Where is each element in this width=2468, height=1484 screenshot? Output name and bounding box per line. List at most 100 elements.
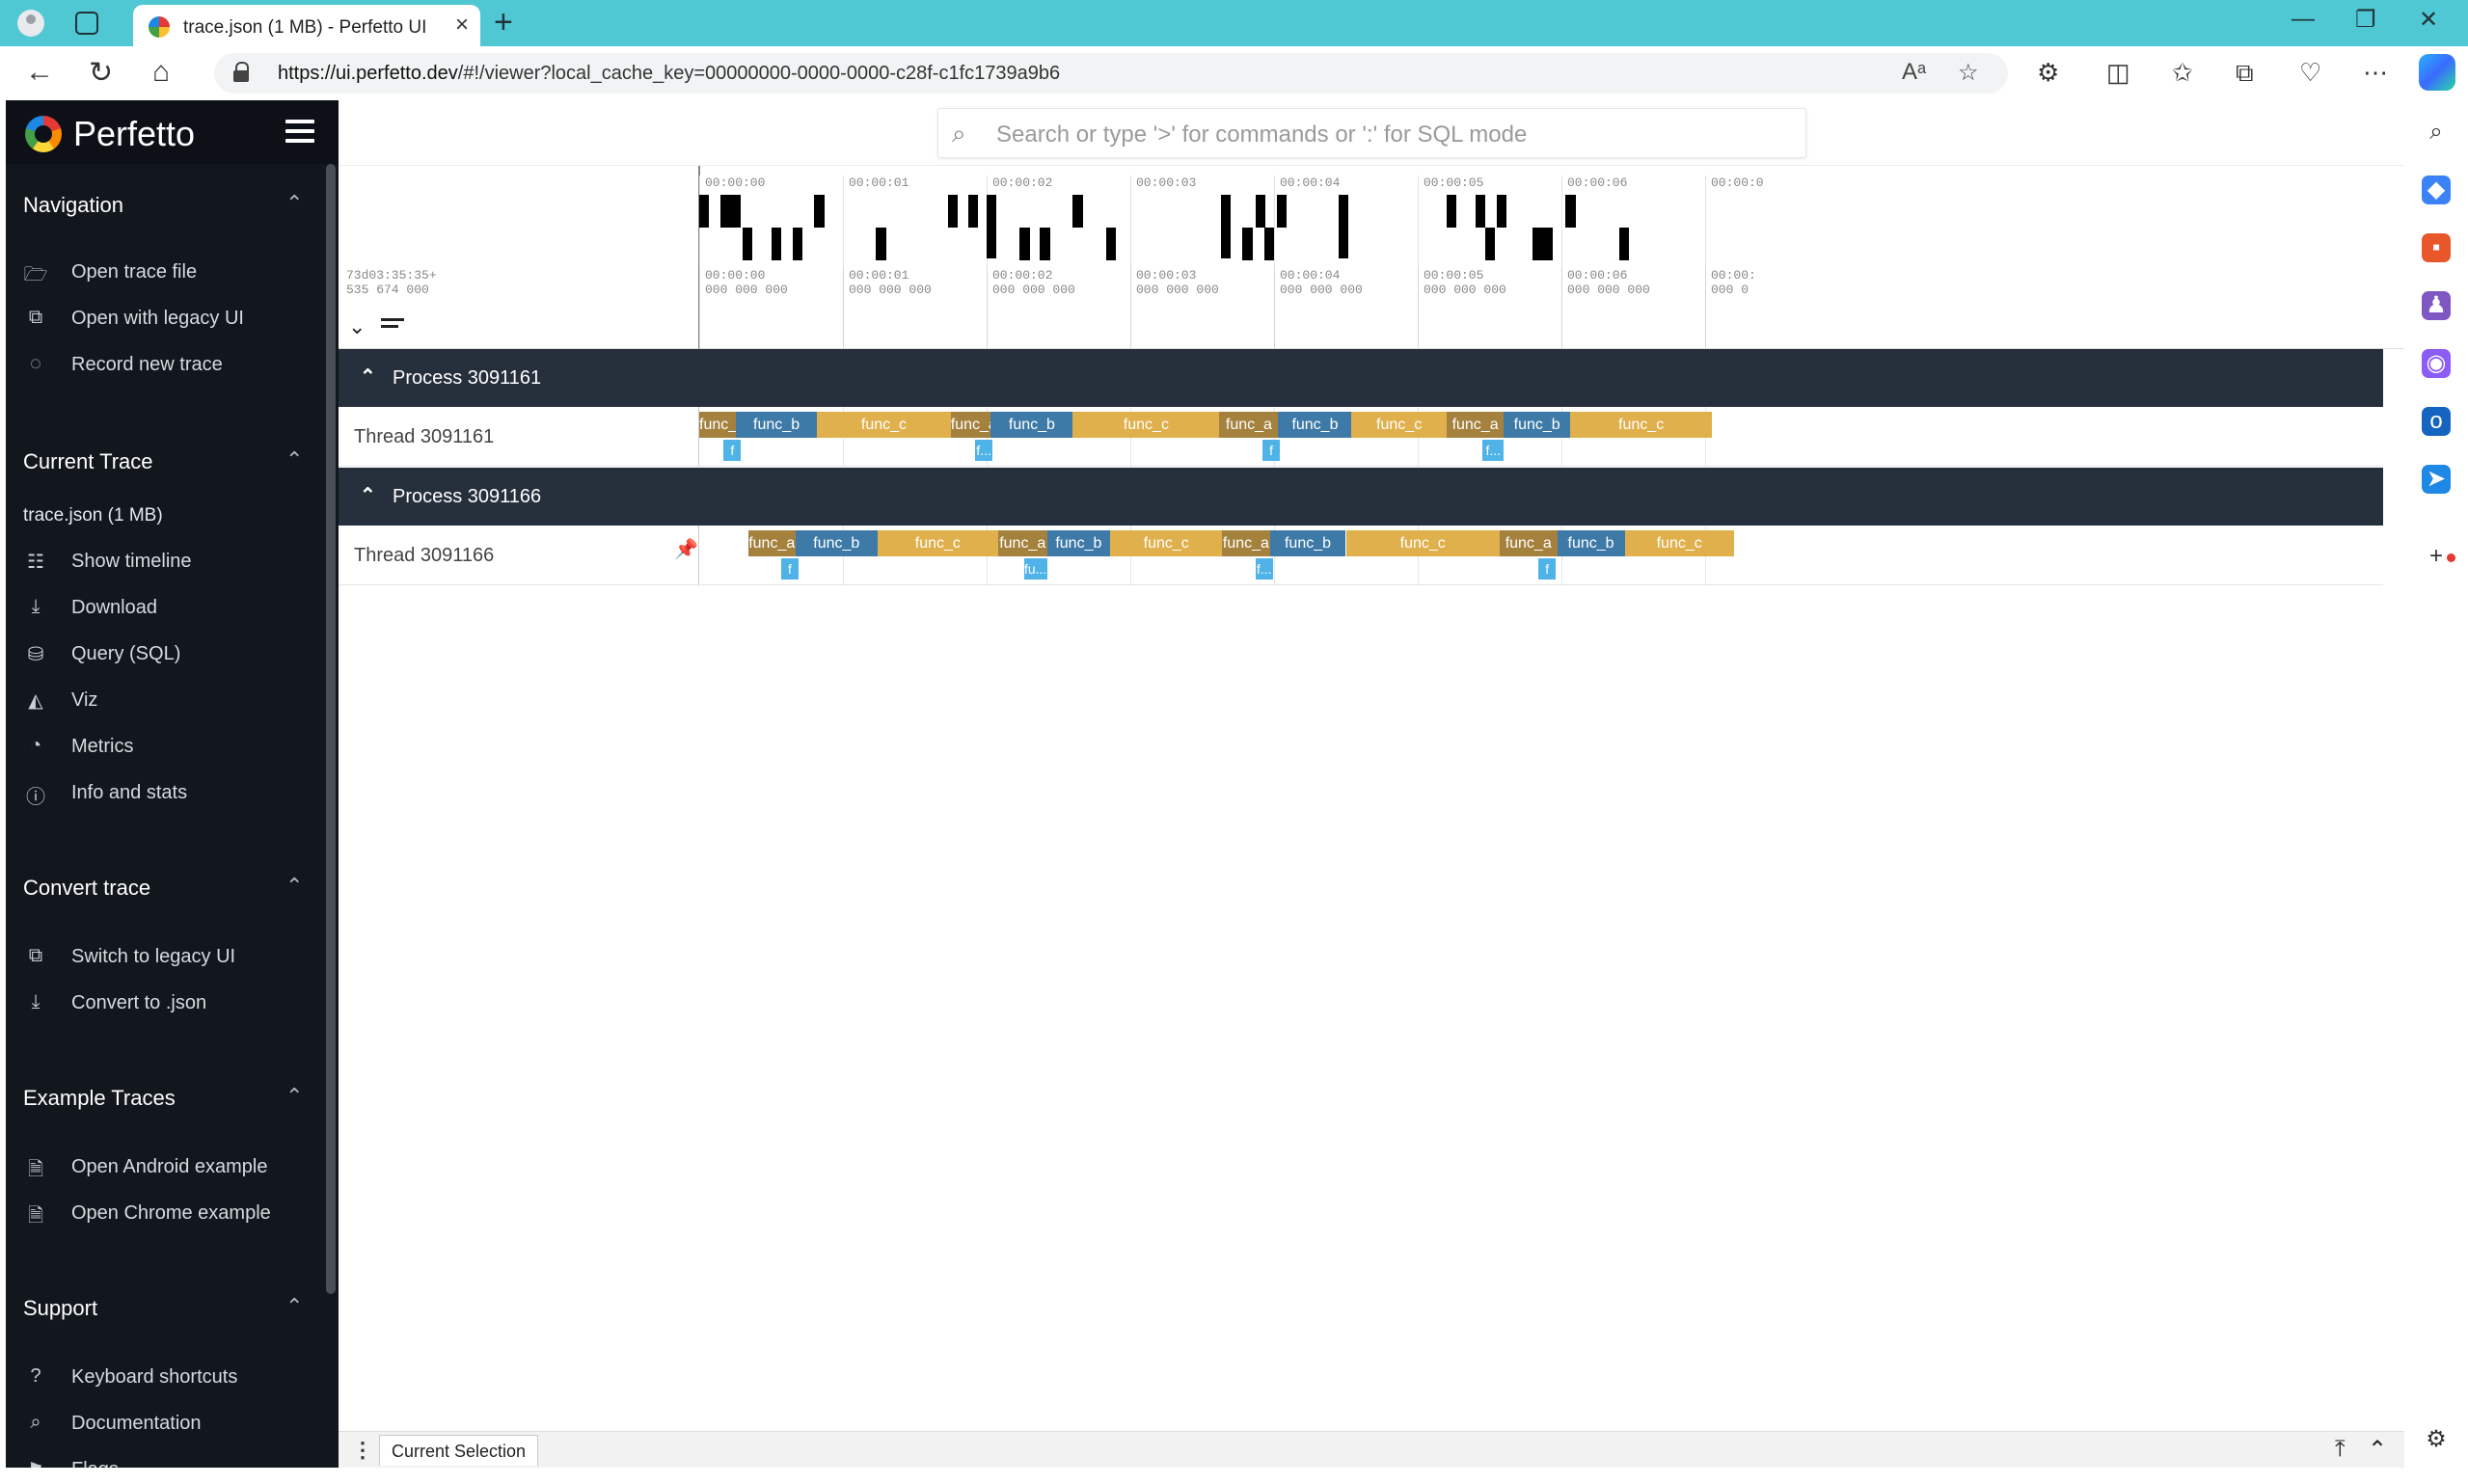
sidebar-item-viz[interactable]: ◭ Viz — [23, 685, 332, 717]
slice-func-c[interactable]: func_c — [1351, 412, 1447, 438]
slice-func-c[interactable]: func_c — [1569, 412, 1713, 438]
collapse-all-icon[interactable]: ⌄ — [348, 314, 366, 339]
outlook-icon[interactable]: o — [2422, 407, 2451, 436]
home-icon[interactable]: ⌂ — [152, 56, 170, 89]
tab-current-selection[interactable]: Current Selection — [379, 1435, 539, 1466]
nested-slice[interactable]: f... — [1482, 440, 1505, 461]
send-icon[interactable]: ➤ — [2422, 465, 2451, 494]
sidebar-item-chrome-example[interactable]: 🗎 Open Chrome example — [23, 1198, 332, 1230]
back-icon[interactable]: ← — [25, 56, 54, 89]
slice-func-c[interactable]: func_c — [1345, 530, 1500, 556]
hamburger-menu-icon[interactable] — [285, 120, 314, 143]
chevron-up-icon[interactable]: ⌃ — [285, 1294, 303, 1319]
shopping-icon[interactable]: ◆ — [2422, 175, 2451, 204]
slice-func-a[interactable]: func_a — [1219, 412, 1279, 438]
slice-func-b[interactable]: func_b — [1504, 412, 1570, 438]
favorite-star-icon[interactable]: ☆ — [1958, 59, 1979, 87]
slice-func-a[interactable]: func_a — [997, 530, 1047, 556]
chevron-up-icon[interactable]: ⌃ — [360, 364, 376, 389]
maximize-panel-icon[interactable]: ⤒ — [2335, 1436, 2346, 1463]
sidebar-item-info-and-stats[interactable]: ⓘ Info and stats — [23, 777, 332, 810]
more-options-icon[interactable]: ⋯ — [2363, 58, 2388, 88]
nested-slice[interactable]: f — [1538, 558, 1557, 580]
workspaces-icon[interactable] — [75, 12, 98, 35]
chevron-up-icon[interactable]: ⌃ — [285, 447, 303, 472]
sidebar-item-download[interactable]: ⤓ Download — [23, 592, 332, 625]
overview-timeline[interactable]: 00:00:00 00:00:01 00:00:02 00:00:03 00:00:04… — [339, 166, 2404, 266]
thread-track[interactable]: Thread 3091161 func_afunc_bfunc_cfunc_af… — [339, 407, 2383, 467]
slice-func-b[interactable]: func_b — [1278, 412, 1352, 438]
nested-slice[interactable]: f... — [1255, 558, 1273, 580]
sidebar-item-open-trace-file[interactable]: 🗁 Open trace file — [23, 256, 332, 289]
section-title-example-traces[interactable]: Example Traces — [23, 1086, 176, 1111]
read-aloud-icon[interactable]: Aᵃ — [1902, 59, 1926, 86]
games-icon[interactable]: ♟ — [2422, 291, 2451, 320]
slice-func-a[interactable]: func_a — [699, 412, 736, 438]
collections-icon[interactable]: ⧉ — [2236, 58, 2254, 89]
time-ruler[interactable]: 73d03:35:35+ 535 674 000 ⌄ 00:00:00 000 … — [339, 266, 2404, 349]
sidebar-item-keyboard-shortcuts[interactable]: ? Keyboard shortcuts — [23, 1362, 332, 1394]
slice-func-b[interactable]: func_b — [735, 412, 818, 438]
sidebar-settings-icon[interactable]: ⚙ — [2422, 1425, 2451, 1454]
nested-slice[interactable]: f... — [975, 440, 993, 461]
sidebar-item-android-example[interactable]: 🗎 Open Android example — [23, 1151, 332, 1184]
slice-func-b[interactable]: func_b — [990, 412, 1073, 438]
restore-icon[interactable]: ❐ — [2355, 6, 2376, 34]
profile-icon[interactable] — [17, 10, 44, 37]
process-header[interactable]: ⌃ Process 3091166 — [339, 468, 2383, 526]
sidebar-item-switch-legacy-ui[interactable]: ⧉ Switch to legacy UI — [23, 941, 332, 974]
sidebar-scrollbar[interactable] — [326, 164, 336, 1294]
section-title-support[interactable]: Support — [23, 1296, 97, 1321]
minimize-icon[interactable]: — — [2292, 6, 2315, 33]
close-window-icon[interactable]: ✕ — [2419, 6, 2438, 34]
chevron-up-icon[interactable]: ⌃ — [285, 191, 303, 216]
tab-close-icon[interactable]: × — [455, 12, 469, 39]
slice-func-a[interactable]: func_a — [747, 530, 796, 556]
chevron-up-icon[interactable]: ⌃ — [285, 1084, 303, 1109]
nested-slice[interactable]: f — [1262, 440, 1281, 461]
refresh-icon[interactable]: ↻ — [89, 56, 113, 90]
tools-icon[interactable]: ▪ — [2422, 233, 2451, 262]
slice-func-b[interactable]: func_b — [1557, 530, 1625, 556]
sidebar-item-show-timeline[interactable]: ☷ Show timeline — [23, 546, 332, 579]
section-title-current-trace[interactable]: Current Trace — [23, 449, 153, 474]
section-title-navigation[interactable]: Navigation — [23, 193, 123, 218]
pin-icon[interactable]: 📌 — [674, 537, 698, 561]
chevron-up-icon[interactable]: ⌃ — [2368, 1436, 2387, 1464]
browser-essentials-icon[interactable]: ♡ — [2299, 58, 2321, 88]
sidebar-item-open-legacy-ui[interactable]: ⧉ Open with legacy UI — [23, 303, 332, 336]
sidebar-item-query-sql[interactable]: ⛁ Query (SQL) — [23, 638, 332, 671]
slice-func-c[interactable]: func_c — [1072, 412, 1220, 438]
favorites-icon[interactable]: ✩ — [2172, 58, 2193, 88]
sidebar-item-convert-json[interactable]: ⤓ Convert to .json — [23, 987, 332, 1020]
search-icon[interactable]: ⌕ — [2422, 118, 2451, 147]
process-header[interactable]: ⌃ Process 3091161 — [339, 349, 2383, 407]
sidebar-item-metrics[interactable]: ◔ Metrics — [23, 731, 332, 764]
slice-func-a[interactable]: func_a — [1499, 530, 1558, 556]
new-tab-icon[interactable]: + — [494, 4, 513, 41]
slice-func-c[interactable]: func_c — [1110, 530, 1223, 556]
slice-func-b[interactable]: func_b — [1046, 530, 1111, 556]
slice-func-b[interactable]: func_b — [795, 530, 878, 556]
slice-func-c[interactable]: func_c — [877, 530, 998, 556]
section-title-convert-trace[interactable]: Convert trace — [23, 876, 150, 901]
nested-slice[interactable]: f — [780, 558, 799, 580]
omnibox[interactable]: ⌕ Search or type '>' for commands or ':'… — [937, 108, 1806, 158]
thread-track[interactable]: Thread 3091166 📌 func_a func_b func_c func_… — [339, 526, 2383, 585]
split-screen-icon[interactable]: ◫ — [2106, 58, 2130, 88]
slice-func-c[interactable]: func_c — [817, 412, 951, 438]
slice-func-a[interactable]: func_a — [1446, 412, 1505, 438]
slice-func-a[interactable]: func_a — [950, 412, 991, 438]
browser-tab-active[interactable]: trace.json (1 MB) - Perfetto UI × — [133, 5, 480, 46]
sidebar-item-documentation[interactable]: ⌕ Documentation — [23, 1408, 332, 1441]
extensions-icon[interactable]: ⚙ — [2037, 58, 2059, 88]
sidebar-item-flags[interactable]: ⚑Flags — [23, 1454, 332, 1468]
lock-icon[interactable] — [233, 62, 251, 83]
chevron-up-icon[interactable]: ⌃ — [360, 483, 376, 507]
sidebar-item-record-new-trace[interactable]: ◌ Record new trace — [23, 349, 332, 382]
slice-func-b[interactable]: func_b — [1269, 530, 1346, 556]
chevron-up-icon[interactable]: ⌃ — [285, 874, 303, 899]
copilot-icon[interactable] — [2419, 54, 2455, 91]
slice-func-a[interactable]: func_a — [1222, 530, 1270, 556]
slice-func-c[interactable]: func_c — [1624, 530, 1734, 556]
